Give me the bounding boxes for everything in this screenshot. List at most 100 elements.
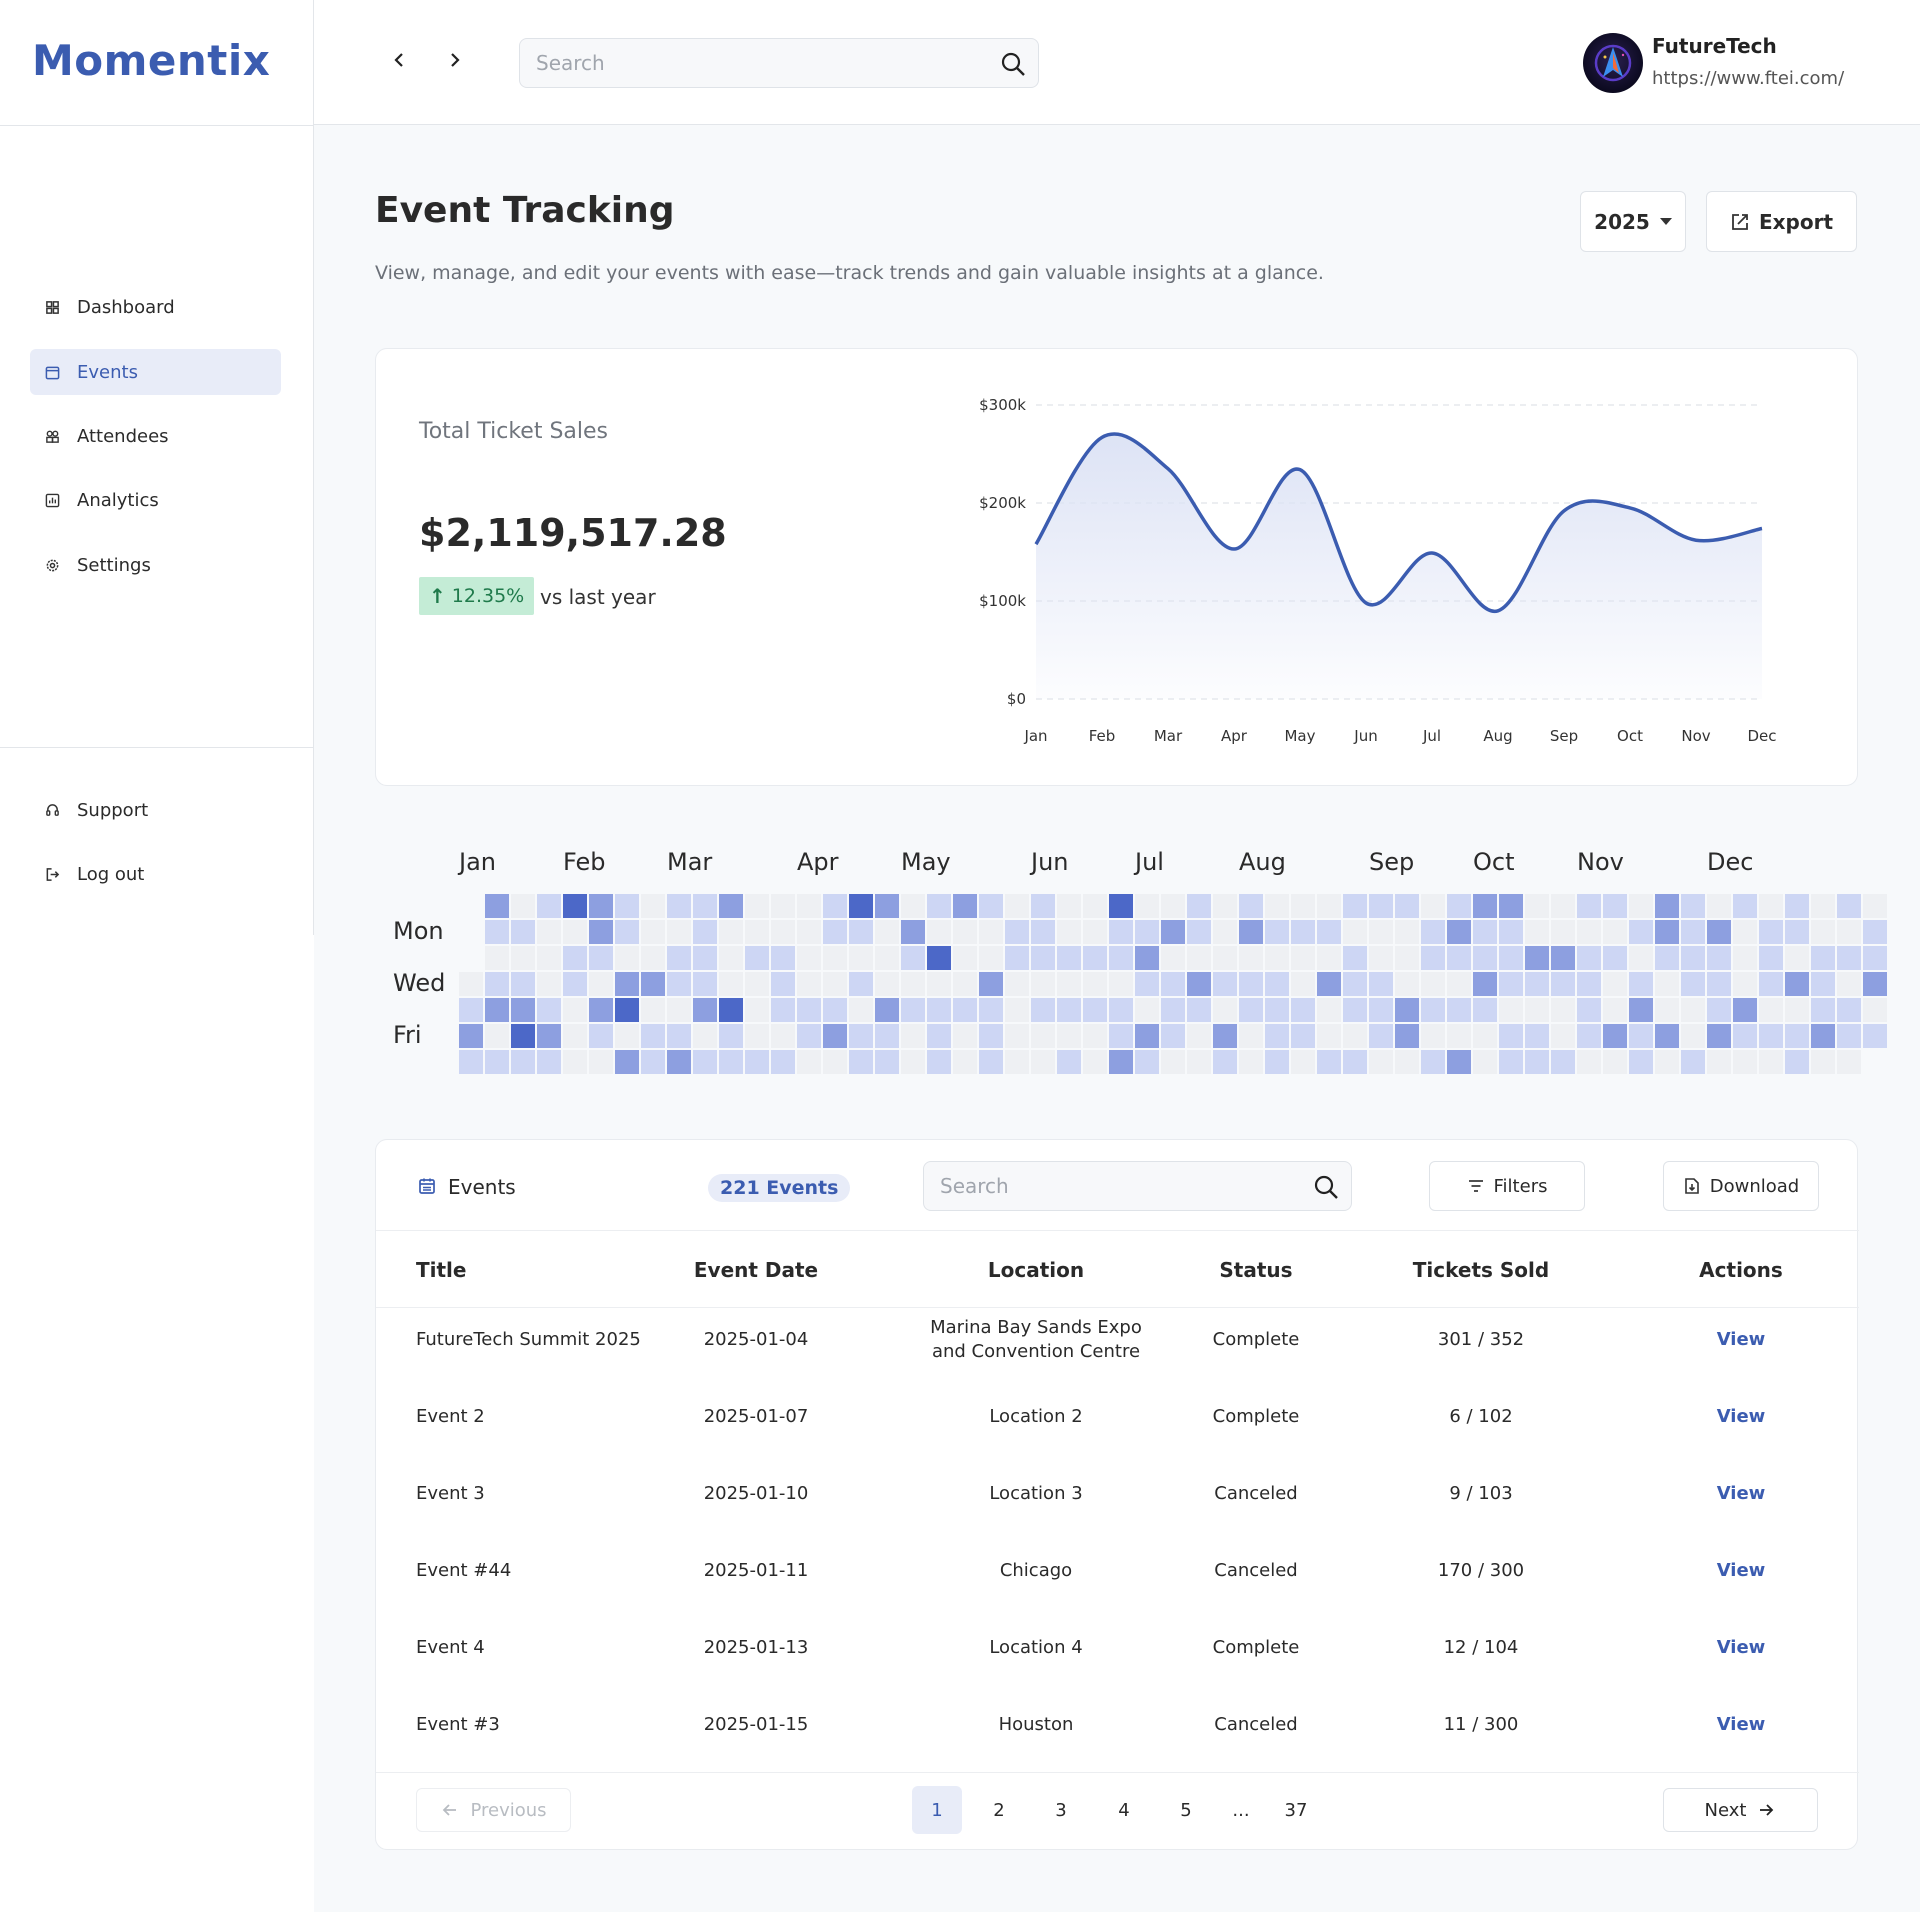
heatmap-cell[interactable] xyxy=(1421,894,1445,918)
heatmap-cell[interactable] xyxy=(589,998,613,1022)
heatmap-cell[interactable] xyxy=(459,1024,483,1048)
heatmap-cell[interactable] xyxy=(1499,920,1523,944)
heatmap-cell[interactable] xyxy=(1369,894,1393,918)
heatmap-cell[interactable] xyxy=(1473,894,1497,918)
heatmap-cell[interactable] xyxy=(1135,920,1159,944)
heatmap-cell[interactable] xyxy=(797,1050,821,1074)
heatmap-cell[interactable] xyxy=(1837,1050,1861,1074)
heatmap-cell[interactable] xyxy=(693,972,717,996)
heatmap-cell[interactable] xyxy=(563,946,587,970)
heatmap-cell[interactable] xyxy=(1291,1050,1315,1074)
heatmap-cell[interactable] xyxy=(1135,1050,1159,1074)
heatmap-cell[interactable] xyxy=(1577,894,1601,918)
heatmap-cell[interactable] xyxy=(511,972,535,996)
heatmap-cell[interactable] xyxy=(1187,946,1211,970)
heatmap-cell[interactable] xyxy=(1161,1050,1185,1074)
heatmap-cell[interactable] xyxy=(1837,920,1861,944)
heatmap-cell[interactable] xyxy=(745,1024,769,1048)
sidebar-item-attendees[interactable]: Attendees xyxy=(30,413,281,459)
heatmap-cell[interactable] xyxy=(979,972,1003,996)
heatmap-cell[interactable] xyxy=(901,946,925,970)
heatmap-cell[interactable] xyxy=(953,972,977,996)
heatmap-cell[interactable] xyxy=(589,972,613,996)
heatmap-cell[interactable] xyxy=(1291,920,1315,944)
heatmap-cell[interactable] xyxy=(953,920,977,944)
heatmap-cell[interactable] xyxy=(1785,946,1809,970)
heatmap-cell[interactable] xyxy=(1551,894,1575,918)
heatmap-cell[interactable] xyxy=(745,972,769,996)
heatmap-cell[interactable] xyxy=(1863,920,1887,944)
heatmap-cell[interactable] xyxy=(667,894,691,918)
heatmap-cell[interactable] xyxy=(771,920,795,944)
heatmap-cell[interactable] xyxy=(1421,1050,1445,1074)
heatmap-cell[interactable] xyxy=(797,1024,821,1048)
heatmap-cell[interactable] xyxy=(459,1050,483,1074)
heatmap-cell[interactable] xyxy=(927,998,951,1022)
heatmap-cell[interactable] xyxy=(1551,946,1575,970)
heatmap-cell[interactable] xyxy=(823,920,847,944)
heatmap-cell[interactable] xyxy=(1525,998,1549,1022)
heatmap-cell[interactable] xyxy=(1837,998,1861,1022)
heatmap-cell[interactable] xyxy=(1681,1050,1705,1074)
heatmap-cell[interactable] xyxy=(1447,946,1471,970)
heatmap-cell[interactable] xyxy=(1863,998,1887,1022)
heatmap-cell[interactable] xyxy=(1681,920,1705,944)
heatmap-cell[interactable] xyxy=(1213,972,1237,996)
filters-button[interactable]: Filters xyxy=(1429,1161,1585,1211)
heatmap-cell[interactable] xyxy=(1239,894,1263,918)
heatmap-cell[interactable] xyxy=(1187,972,1211,996)
heatmap-cell[interactable] xyxy=(719,1050,743,1074)
heatmap-cell[interactable] xyxy=(1551,998,1575,1022)
heatmap-cell[interactable] xyxy=(1811,946,1835,970)
heatmap-cell[interactable] xyxy=(1603,920,1627,944)
heatmap-cell[interactable] xyxy=(1707,920,1731,944)
heatmap-cell[interactable] xyxy=(1785,920,1809,944)
heatmap-cell[interactable] xyxy=(771,946,795,970)
heatmap-cell[interactable] xyxy=(589,894,613,918)
heatmap-cell[interactable] xyxy=(1577,972,1601,996)
heatmap-cell[interactable] xyxy=(537,946,561,970)
heatmap-cell[interactable] xyxy=(537,1050,561,1074)
heatmap-cell[interactable] xyxy=(1343,946,1367,970)
heatmap-cell[interactable] xyxy=(1135,972,1159,996)
heatmap-cell[interactable] xyxy=(1525,920,1549,944)
previous-page-button[interactable]: Previous xyxy=(416,1788,571,1832)
heatmap-cell[interactable] xyxy=(1863,946,1887,970)
heatmap-cell[interactable] xyxy=(823,1024,847,1048)
heatmap-cell[interactable] xyxy=(719,1024,743,1048)
heatmap-cell[interactable] xyxy=(1083,894,1107,918)
heatmap-cell[interactable] xyxy=(1447,894,1471,918)
view-link[interactable]: View xyxy=(1631,1713,1851,1737)
heatmap-cell[interactable] xyxy=(1239,972,1263,996)
heatmap-cell[interactable] xyxy=(875,946,899,970)
heatmap-cell[interactable] xyxy=(1759,972,1783,996)
heatmap-cell[interactable] xyxy=(1135,946,1159,970)
heatmap-cell[interactable] xyxy=(1707,894,1731,918)
heatmap-cell[interactable] xyxy=(589,920,613,944)
heatmap-cell[interactable] xyxy=(1265,1050,1289,1074)
page-button-5[interactable]: 5 xyxy=(1161,1786,1211,1834)
heatmap-cell[interactable] xyxy=(1395,894,1419,918)
heatmap-cell[interactable] xyxy=(537,920,561,944)
heatmap-cell[interactable] xyxy=(1577,946,1601,970)
heatmap-cell[interactable] xyxy=(1629,998,1653,1022)
heatmap-cell[interactable] xyxy=(745,1050,769,1074)
heatmap-cell[interactable] xyxy=(1811,972,1835,996)
heatmap-cell[interactable] xyxy=(1655,1050,1679,1074)
heatmap-cell[interactable] xyxy=(1109,894,1133,918)
heatmap-cell[interactable] xyxy=(511,946,535,970)
heatmap-cell[interactable] xyxy=(1031,894,1055,918)
data-point-oct[interactable] xyxy=(1624,502,1636,514)
heatmap-cell[interactable] xyxy=(1317,946,1341,970)
heatmap-cell[interactable] xyxy=(823,946,847,970)
heatmap-cell[interactable] xyxy=(1473,920,1497,944)
heatmap-cell[interactable] xyxy=(901,998,925,1022)
sidebar-item-dashboard[interactable]: Dashboard xyxy=(30,284,281,330)
heatmap-cell[interactable] xyxy=(667,972,691,996)
heatmap-cell[interactable] xyxy=(1707,1024,1731,1048)
sidebar-item-events[interactable]: Events xyxy=(30,349,281,395)
heatmap-cell[interactable] xyxy=(1681,972,1705,996)
heatmap-cell[interactable] xyxy=(1629,920,1653,944)
heatmap-cell[interactable] xyxy=(589,946,613,970)
heatmap-cell[interactable] xyxy=(719,998,743,1022)
